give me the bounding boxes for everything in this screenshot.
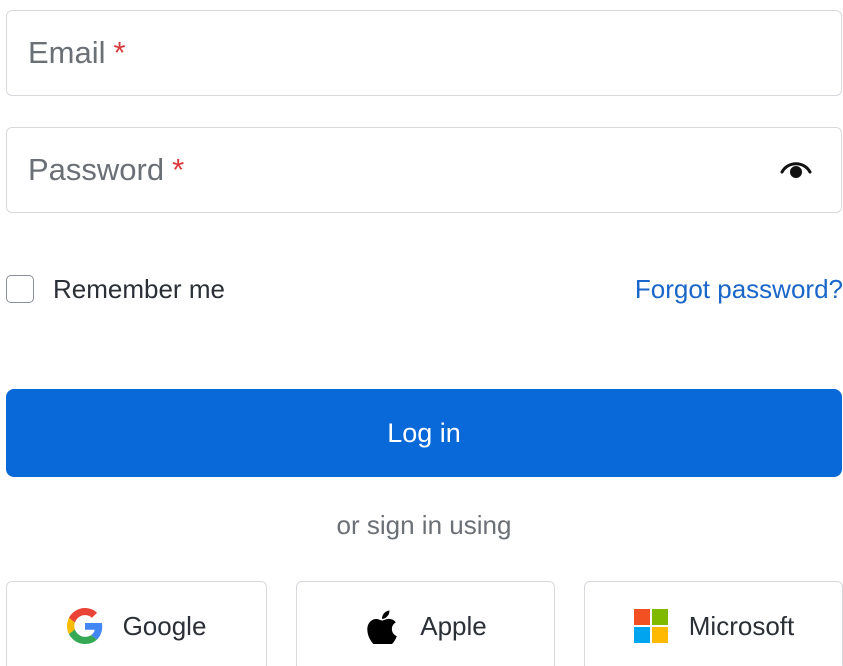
- google-icon: [66, 608, 103, 644]
- microsoft-icon: [633, 608, 669, 644]
- required-asterisk: *: [113, 35, 126, 70]
- apple-label: Apple: [420, 611, 487, 641]
- remember-me-label: Remember me: [53, 273, 225, 304]
- password-field[interactable]: Password *: [6, 127, 842, 213]
- email-placeholder: Email *: [28, 35, 126, 70]
- microsoft-button[interactable]: Microsoft: [584, 581, 843, 666]
- remember-me: Remember me: [6, 272, 225, 306]
- login-button[interactable]: Log in: [6, 389, 842, 477]
- email-field[interactable]: Email *: [6, 10, 842, 96]
- login-button-label: Log in: [387, 417, 461, 448]
- divider-text: or sign in using: [336, 510, 512, 540]
- forgot-password-link[interactable]: Forgot password?: [635, 272, 843, 306]
- apple-button[interactable]: Apple: [296, 581, 555, 666]
- microsoft-label: Microsoft: [688, 611, 795, 641]
- remember-me-checkbox[interactable]: [6, 275, 34, 303]
- google-button[interactable]: Google: [6, 581, 267, 666]
- required-asterisk: *: [172, 152, 185, 187]
- google-label: Google: [122, 611, 207, 641]
- login-form: Email * Password * Remember me Forgot pass…: [0, 0, 843, 666]
- apple-icon: [364, 608, 400, 644]
- password-placeholder: Password *: [28, 152, 185, 187]
- eye-icon[interactable]: [779, 159, 813, 181]
